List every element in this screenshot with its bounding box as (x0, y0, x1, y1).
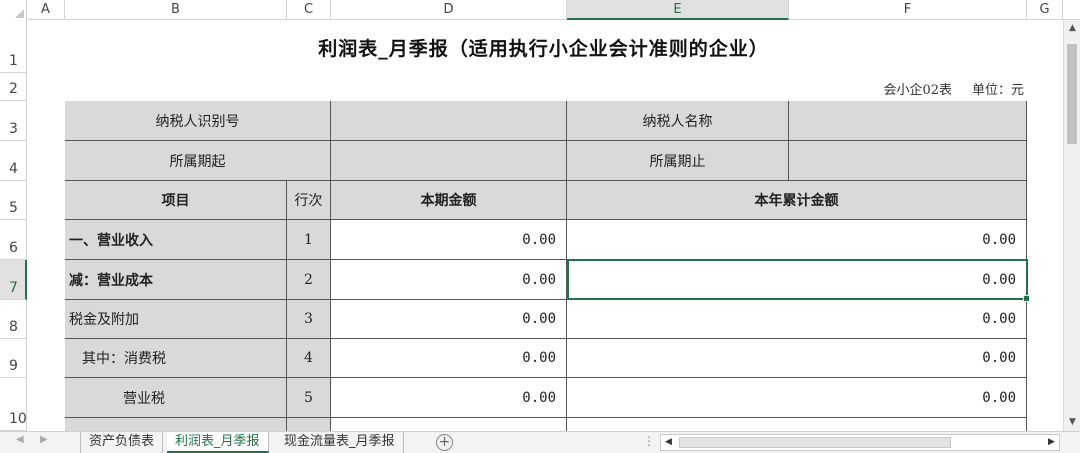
column-header-f[interactable]: F (789, 0, 1027, 20)
unit-label: 单位：元 (971, 83, 1024, 98)
ytd-amount-cell[interactable]: 0.00 (567, 260, 1027, 300)
ytd-column-header[interactable]: 本年累计金额 (567, 181, 1027, 220)
line-number[interactable]: 1 (287, 220, 331, 260)
ytd-amount-cell[interactable]: 0.00 (567, 300, 1027, 339)
line-number[interactable]: 4 (287, 339, 331, 378)
partial-row-cell (287, 418, 331, 431)
item-column-header[interactable]: 项目 (65, 181, 287, 220)
line-item-label[interactable]: 其中：消费税 (65, 339, 287, 378)
ytd-amount-cell[interactable]: 0.00 (567, 378, 1027, 418)
next-sheet-arrow-icon[interactable]: ▶ (40, 434, 48, 445)
row-header-1[interactable]: 1 (0, 20, 27, 73)
add-sheet-icon[interactable]: + (436, 434, 453, 451)
column-header-e[interactable]: E (567, 0, 789, 20)
tab-splitter-icon[interactable]: ⋮ (643, 434, 655, 448)
partial-row-cell (65, 418, 287, 431)
row-header-7[interactable]: 7 (0, 260, 27, 300)
period-end-value[interactable] (789, 141, 1027, 181)
form-code-line[interactable]: 会小企02表 单位：元 (883, 79, 1024, 98)
line-item-label[interactable]: 一、营业收入 (65, 220, 287, 260)
line-number[interactable]: 5 (287, 378, 331, 418)
column-header-g[interactable]: G (1027, 0, 1063, 20)
row-header-9[interactable]: 9 (0, 339, 27, 378)
prev-sheet-arrow-icon[interactable]: ◀ (16, 434, 24, 445)
column-header-d[interactable]: D (331, 0, 567, 20)
current-period-column-header[interactable]: 本期金额 (331, 181, 567, 220)
line-item-label[interactable]: 营业税 (65, 378, 287, 418)
current-amount-cell[interactable]: 0.00 (331, 220, 567, 260)
row-header-10[interactable]: 10 (0, 378, 27, 431)
row-header-5[interactable]: 5 (0, 181, 27, 220)
ytd-amount-cell[interactable]: 0.00 (567, 339, 1027, 378)
current-amount-cell[interactable]: 0.00 (331, 378, 567, 418)
taxpayer-id-label[interactable]: 纳税人识别号 (65, 101, 331, 141)
scroll-right-arrow-icon[interactable]: ▶ (1044, 435, 1059, 450)
row-header-6[interactable]: 6 (0, 220, 27, 260)
scroll-left-arrow-icon[interactable]: ◀ (661, 435, 676, 450)
column-header-bar: A B C D E F G (0, 0, 1080, 20)
row-header-2[interactable]: 2 (0, 73, 27, 101)
row-header-8[interactable]: 8 (0, 300, 27, 339)
sheet-tab-bar: ◀ ▶ 资产负债表 利润表_月季报 现金流量表_月季报 + ⋮ ◀ ▶ (0, 431, 1080, 453)
column-header-a[interactable]: A (27, 0, 65, 20)
vertical-scrollbar[interactable]: ▲ ▼ (1063, 20, 1080, 431)
taxpayer-name-label[interactable]: 纳税人名称 (567, 101, 789, 141)
line-no-column-header[interactable]: 行次 (287, 181, 331, 220)
select-all-corner[interactable] (0, 0, 27, 20)
current-amount-cell[interactable]: 0.00 (331, 260, 567, 300)
partial-row-cell (331, 418, 567, 431)
taxpayer-id-value[interactable] (331, 101, 567, 141)
line-number[interactable]: 3 (287, 300, 331, 339)
column-header-b[interactable]: B (65, 0, 287, 20)
taxpayer-name-value[interactable] (789, 101, 1027, 141)
scroll-up-arrow-icon[interactable]: ▲ (1064, 20, 1080, 37)
horizontal-scrollbar[interactable]: ◀ ▶ (660, 434, 1060, 451)
line-number[interactable]: 2 (287, 260, 331, 300)
current-amount-cell[interactable]: 0.00 (331, 300, 567, 339)
line-item-label[interactable]: 税金及附加 (65, 300, 287, 339)
sheet-tab-income-statement[interactable]: 利润表_月季报 (167, 432, 269, 453)
sheet-tab-cash-flow[interactable]: 现金流量表_月季报 (276, 432, 404, 453)
period-start-value[interactable] (331, 141, 567, 181)
report-title[interactable]: 利润表_月季报（适用执行小企业会计准则的企业） (27, 34, 1060, 61)
ytd-amount-cell[interactable]: 0.00 (567, 220, 1027, 260)
period-start-label[interactable]: 所属期起 (65, 141, 331, 181)
partial-row-cell (567, 418, 1027, 431)
column-header-c[interactable]: C (287, 0, 331, 20)
current-amount-cell[interactable]: 0.00 (331, 339, 567, 378)
period-end-label[interactable]: 所属期止 (567, 141, 789, 181)
vertical-scroll-thumb[interactable] (1067, 44, 1077, 144)
form-code: 会小企02表 (883, 83, 952, 98)
row-header-3[interactable]: 3 (0, 101, 27, 141)
row-header-4[interactable]: 4 (0, 141, 27, 181)
horizontal-scroll-thumb[interactable] (679, 437, 951, 448)
line-item-label[interactable]: 减：营业成本 (65, 260, 287, 300)
sheet-tab-balance[interactable]: 资产负债表 (80, 432, 164, 453)
scroll-down-arrow-icon[interactable]: ▼ (1064, 414, 1080, 431)
